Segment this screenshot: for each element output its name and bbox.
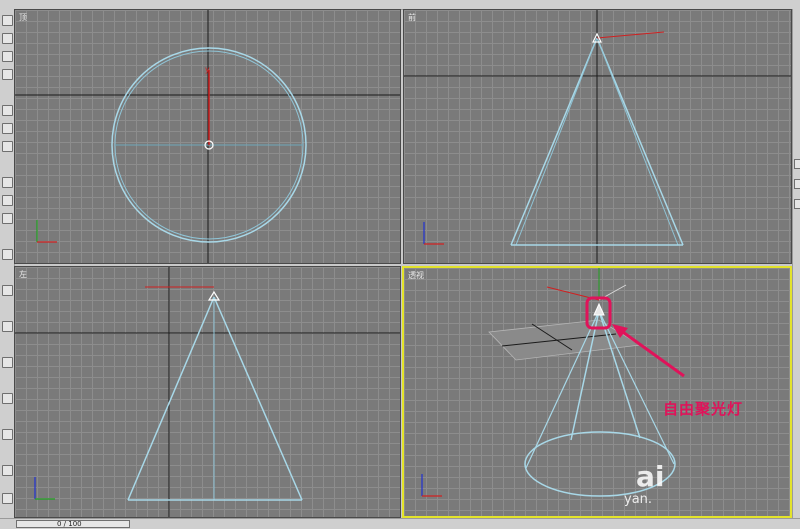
viewport-top[interactable]: 顶 y [14,9,401,264]
time-slider-label: 0 / 100 [57,520,82,528]
move-icon[interactable] [2,33,13,44]
toolbar-button[interactable] [2,465,13,476]
panel-button[interactable] [794,159,800,169]
snap-icon[interactable] [2,177,13,188]
toolbar-button[interactable] [2,393,13,404]
spotlight-callout-label: 自由聚光灯 [663,400,744,418]
viewport-label[interactable]: 顶 [19,12,27,23]
toolbar-button[interactable] [2,429,13,440]
scale-icon[interactable] [2,69,13,80]
viewport-top-scene: y [15,10,400,263]
cone-line [596,37,684,246]
viewport-label[interactable]: 透视 [408,270,424,281]
cone-line [510,37,598,246]
axis-gizmo-x [596,31,665,39]
viewport-label[interactable]: 左 [19,269,27,280]
viewport-left-scene [15,267,400,517]
panel-button[interactable] [794,179,800,189]
right-panel-edge [792,9,800,518]
toolbar-button[interactable] [2,493,13,504]
cone-line [515,37,598,246]
callout-arrow-line [619,328,685,378]
panel-button[interactable] [794,199,800,209]
spotlight-icon [593,302,605,316]
viewport-label[interactable]: 前 [408,12,416,23]
viewport-perspective-scene [421,268,685,497]
toolbar-button[interactable] [2,249,13,260]
left-toolbar [0,9,15,518]
toolbar-button[interactable] [2,357,13,368]
viewport-front-scene [404,10,791,263]
viewport-left[interactable]: 左 [14,266,401,518]
viewport-front[interactable]: 前 [403,9,792,264]
cone-line [596,37,679,246]
mirror-icon[interactable] [2,195,13,206]
cone-line [213,296,303,501]
bind-icon[interactable] [2,141,13,152]
svg-text:y: y [205,65,210,74]
time-slider[interactable]: 0 / 100 [16,520,130,528]
status-bar: 0 / 100 [0,518,800,529]
unlink-icon[interactable] [2,123,13,134]
watermark: ai [636,460,665,493]
toolbar-button[interactable] [2,285,13,296]
watermark-url: yan. [624,492,653,507]
link-icon[interactable] [2,105,13,116]
rotate-icon[interactable] [2,51,13,62]
cone-line [598,310,675,465]
align-icon[interactable] [2,213,13,224]
select-icon[interactable] [2,15,13,26]
cone-line [127,296,215,501]
toolbar-button[interactable] [2,321,13,332]
viewport-perspective[interactable]: 透视 [402,266,792,518]
